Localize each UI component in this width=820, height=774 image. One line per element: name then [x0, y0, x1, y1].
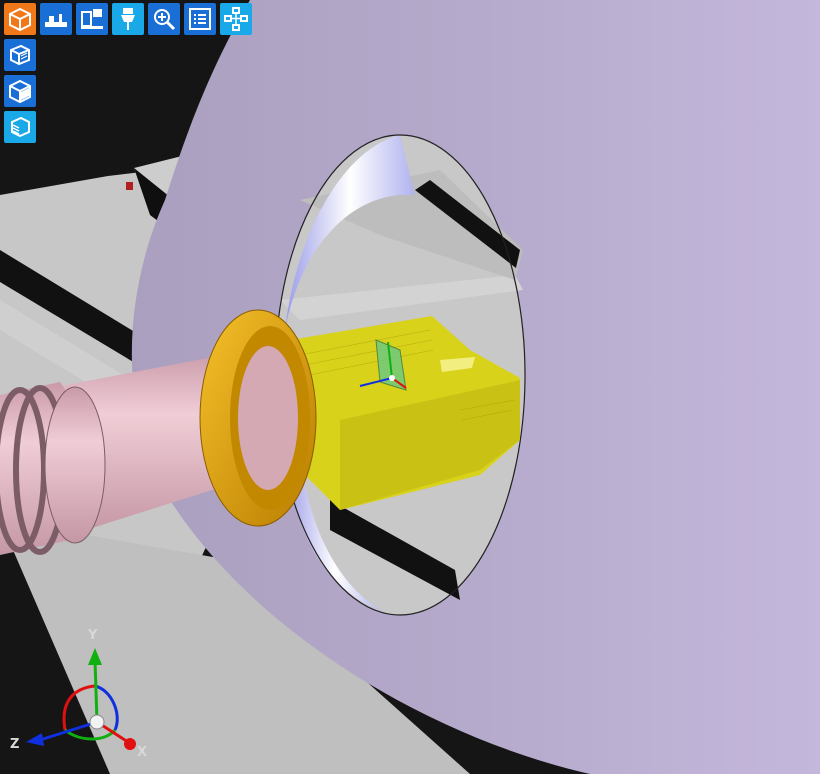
front-view-icon [10, 44, 30, 66]
machine-panel-button[interactable] [76, 3, 108, 35]
list-icon [189, 8, 211, 30]
network-icon [224, 7, 248, 31]
spindle-tool-button[interactable] [112, 3, 144, 35]
iso-view-icon [9, 79, 31, 104]
chuck-ring [199, 309, 317, 527]
network-button[interactable] [220, 3, 252, 35]
spindle-tool-icon [121, 8, 135, 30]
machine-panel-icon [81, 9, 103, 29]
list-button[interactable] [184, 3, 216, 35]
z-axis-label: Z [10, 737, 20, 752]
machine-setup-icon [45, 14, 67, 27]
3d-viewport[interactable] [0, 0, 820, 774]
machine-view-button[interactable] [4, 3, 36, 35]
front-view-button[interactable] [4, 39, 36, 71]
zoom-icon [154, 9, 176, 31]
y-axis-label: Y [88, 628, 98, 643]
machine-view-icon [9, 7, 31, 32]
x-axis-label: X [137, 745, 148, 760]
zoom-button[interactable] [148, 3, 180, 35]
side-view-icon [11, 116, 30, 138]
iso-view-button[interactable] [4, 75, 36, 107]
side-view-button[interactable] [4, 111, 36, 143]
machine-setup-button[interactable] [40, 3, 72, 35]
